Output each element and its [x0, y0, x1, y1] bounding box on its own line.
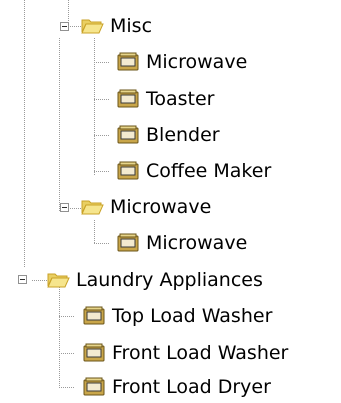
node-misc-blender[interactable]: Blender	[116, 119, 220, 151]
minus-icon	[62, 207, 67, 208]
node-label: Misc	[110, 15, 153, 37]
node-label: Laundry Appliances	[76, 269, 263, 291]
folder-open-icon	[80, 15, 104, 37]
appliance-tree: Misc Microwave Toaster Blender Coffee Ma…	[0, 0, 341, 401]
node-misc[interactable]: Misc	[80, 10, 152, 42]
node-label: Microwave	[110, 196, 212, 218]
appliance-icon	[116, 232, 140, 254]
node-misc-toaster[interactable]: Toaster	[116, 83, 215, 115]
node-label: Top Load Washer	[112, 305, 273, 327]
node-label: Front Load Dryer	[112, 376, 271, 398]
node-laundry[interactable]: Laundry Appliances	[46, 264, 263, 296]
minus-icon	[62, 26, 67, 27]
node-microwave-group[interactable]: Microwave	[80, 191, 211, 223]
node-misc-microwave[interactable]: Microwave	[116, 46, 247, 78]
folder-open-icon	[46, 269, 70, 291]
appliance-icon	[82, 376, 106, 398]
appliance-icon	[82, 305, 106, 327]
node-top-load-washer[interactable]: Top Load Washer	[82, 300, 272, 332]
appliance-icon	[116, 88, 140, 110]
partial-row	[112, 0, 166, 3]
node-label: Toaster	[146, 88, 215, 110]
appliance-icon	[116, 160, 140, 182]
node-label: Coffee Maker	[146, 160, 272, 182]
appliance-icon	[116, 124, 140, 146]
node-label: Microwave	[146, 232, 248, 254]
node-label: Front Load Washer	[112, 342, 289, 364]
expander-laundry[interactable]	[18, 275, 27, 284]
node-microwave-child[interactable]: Microwave	[116, 227, 247, 259]
folder-open-icon	[80, 196, 104, 218]
node-misc-coffee-maker[interactable]: Coffee Maker	[116, 155, 271, 187]
node-front-load-washer[interactable]: Front Load Washer	[82, 337, 288, 369]
node-label: Blender	[146, 124, 220, 146]
node-front-load-dryer[interactable]: Front Load Dryer	[82, 371, 271, 403]
expander-microwave-group[interactable]	[60, 203, 69, 212]
expander-misc[interactable]	[60, 22, 69, 31]
appliance-icon	[82, 342, 106, 364]
node-label: Microwave	[146, 51, 248, 73]
minus-icon	[20, 279, 25, 280]
appliance-icon	[116, 51, 140, 73]
